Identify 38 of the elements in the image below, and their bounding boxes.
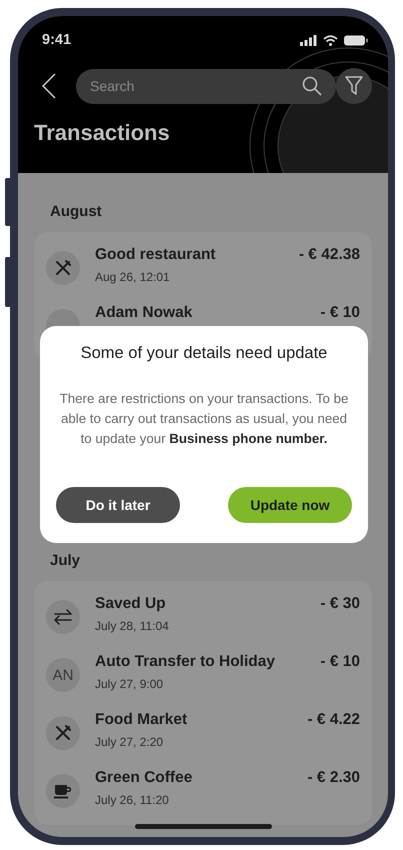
month-heading: July (50, 552, 82, 569)
cutlery-icon (54, 259, 72, 277)
transaction-amount: - € 2.30 (307, 768, 360, 787)
battery-icon (344, 34, 368, 46)
filter-button[interactable] (336, 68, 372, 104)
transaction-date: Aug 26, 12:01 (95, 270, 171, 284)
transaction-name: Adam Nowak (95, 304, 194, 322)
transaction-name: Food Market (95, 711, 188, 729)
initials-avatar: AN (46, 658, 80, 692)
transaction-amount: - € 30 (320, 594, 360, 613)
back-icon[interactable] (42, 73, 56, 99)
signal-icon (300, 34, 317, 46)
later-button[interactable]: Do it later (56, 487, 180, 523)
transaction-amount: - € 42.38 (298, 245, 360, 264)
filter-icon (345, 76, 363, 96)
wifi-icon (323, 34, 338, 46)
page-title: Transactions (34, 120, 171, 146)
cutlery-icon (54, 724, 72, 742)
transaction-date: July 26, 11:20 (95, 793, 170, 807)
transaction-name: Auto Transfer to Holiday (95, 653, 276, 671)
search-icon[interactable] (302, 76, 322, 96)
transfer-arrows-icon (53, 608, 73, 626)
transaction-name: Good restaurant (95, 246, 217, 264)
transaction-name: Green Coffee (95, 769, 194, 787)
search-field[interactable]: Search (76, 68, 336, 104)
dialog-message: There are restrictions on your transactions. To be able to carry out transactions as usual, you need to update your Business phone number. (58, 390, 350, 448)
transaction-date: July 27, 2:20 (95, 735, 164, 749)
transaction-date: July 28, 11:04 (95, 619, 170, 633)
transaction-amount: - € 10 (320, 652, 360, 671)
transaction-amount: - € 4.22 (307, 710, 360, 729)
month-heading: August (50, 203, 103, 220)
transaction-date: July 27, 9:00 (95, 677, 164, 691)
dialog-title: Some of your details need update (80, 344, 328, 363)
cup-icon (53, 783, 73, 799)
status-time: 9:41 (42, 32, 72, 48)
transaction-amount: - € 10 (320, 303, 360, 322)
transaction-name: Saved Up (95, 595, 167, 613)
update-now-button[interactable]: Update now (228, 487, 352, 523)
